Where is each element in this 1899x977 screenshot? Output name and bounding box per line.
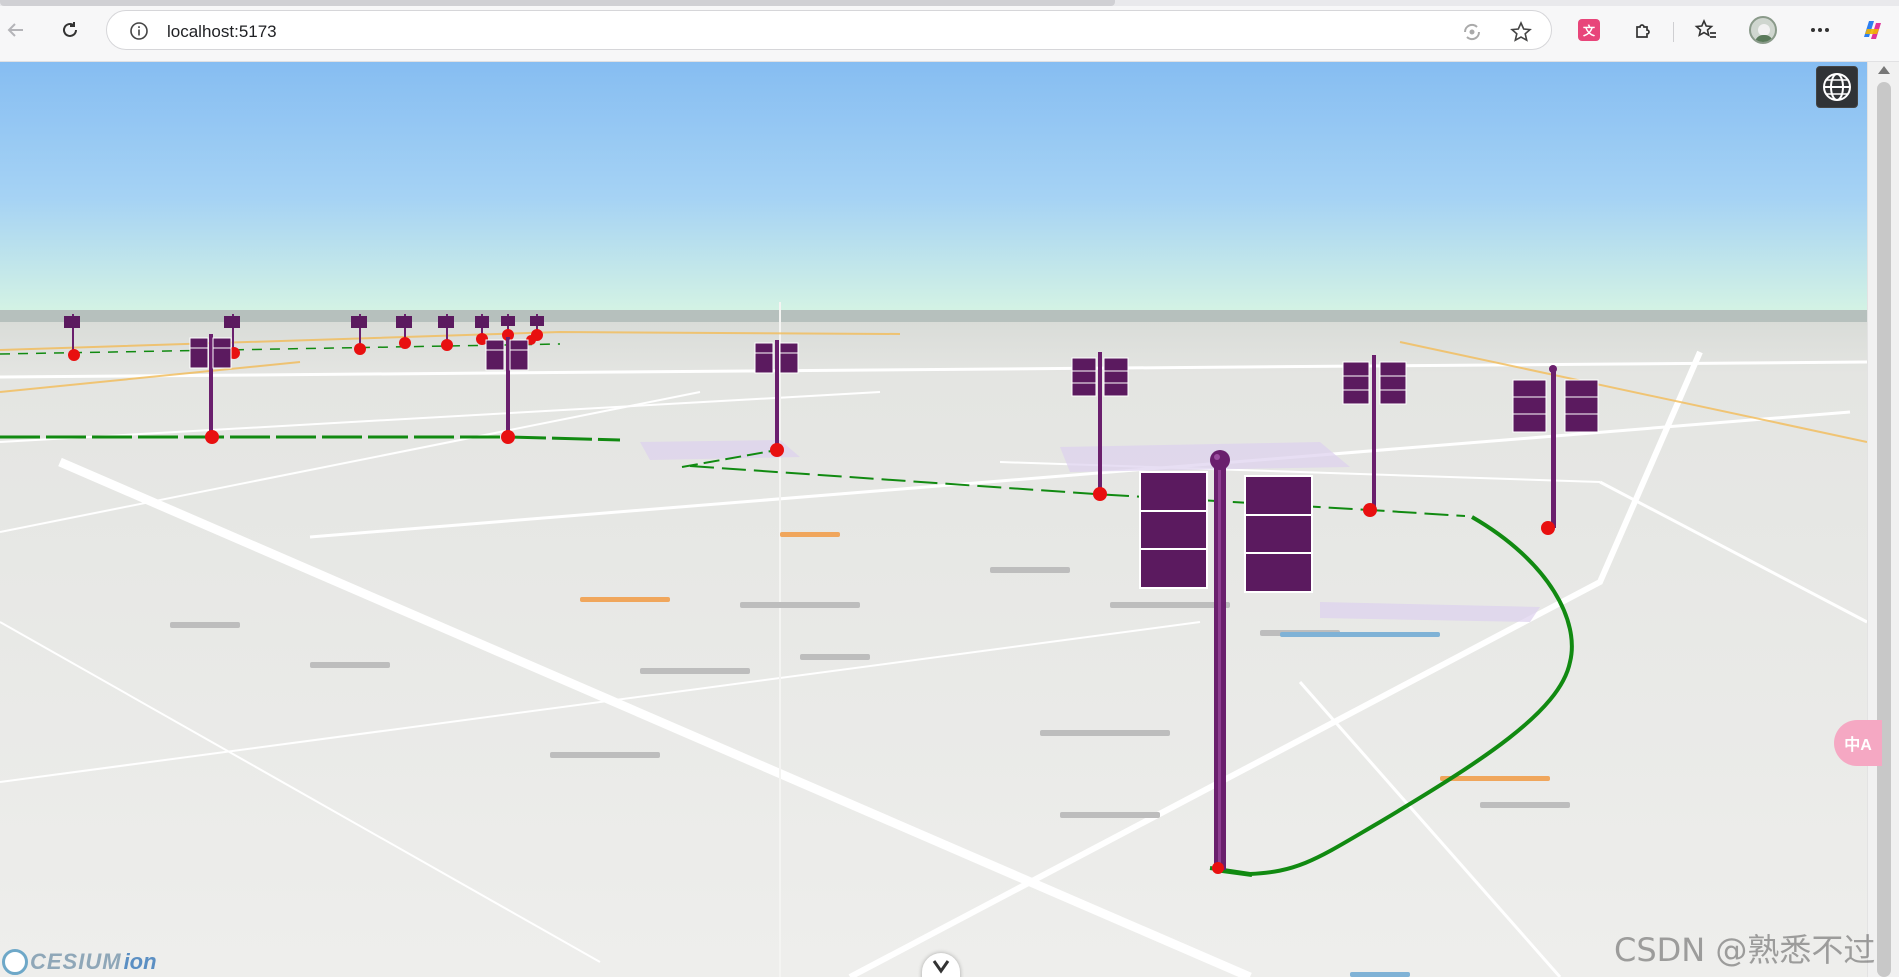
browser-toolbar: localhost:5173 文 bbox=[0, 0, 1899, 62]
extensions-puzzle-icon[interactable] bbox=[1630, 16, 1658, 44]
reload-icon[interactable] bbox=[54, 14, 86, 46]
cesium-logo-word: CESIUM bbox=[30, 949, 122, 974]
scrollbar-thumb[interactable] bbox=[1877, 82, 1891, 977]
tracking-icon[interactable] bbox=[1461, 21, 1481, 41]
address-bar[interactable]: localhost:5173 bbox=[106, 10, 1552, 50]
copilot-icon[interactable] bbox=[1858, 16, 1886, 44]
chevron-down-icon bbox=[932, 960, 950, 974]
translate-fab-label: 中A bbox=[1844, 737, 1872, 754]
translate-floating-button[interactable]: 中A bbox=[1834, 720, 1882, 766]
page-scrollbar[interactable] bbox=[1867, 62, 1899, 977]
translate-extension-icon[interactable]: 文 bbox=[1575, 16, 1603, 44]
globe-icon bbox=[1823, 73, 1851, 101]
sky bbox=[0, 62, 1867, 312]
cesium-logo-ion: ion bbox=[123, 949, 157, 974]
cesium-logo-icon bbox=[2, 949, 28, 975]
cesium-ion-logo[interactable]: CESIUM ion bbox=[2, 949, 157, 975]
cesium-viewer[interactable] bbox=[0, 62, 1867, 977]
csdn-watermark: CSDN @熟悉不过 bbox=[1614, 931, 1876, 969]
scroll-up-icon[interactable] bbox=[1878, 66, 1890, 74]
scene-mode-button[interactable] bbox=[1816, 66, 1858, 108]
active-tab[interactable] bbox=[0, 0, 1115, 6]
favorites-icon[interactable] bbox=[1692, 16, 1720, 44]
horizon-band bbox=[0, 310, 1867, 324]
profile-avatar[interactable] bbox=[1749, 16, 1777, 44]
toolbar-divider bbox=[1673, 22, 1674, 42]
site-info-icon[interactable] bbox=[129, 21, 149, 41]
tab-strip bbox=[0, 0, 1899, 6]
favorite-star-icon[interactable] bbox=[1510, 21, 1532, 42]
map-scene[interactable] bbox=[0, 62, 1867, 977]
more-icon[interactable] bbox=[1806, 16, 1834, 44]
back-icon[interactable] bbox=[0, 14, 32, 46]
url-text: localhost:5173 bbox=[167, 22, 277, 41]
